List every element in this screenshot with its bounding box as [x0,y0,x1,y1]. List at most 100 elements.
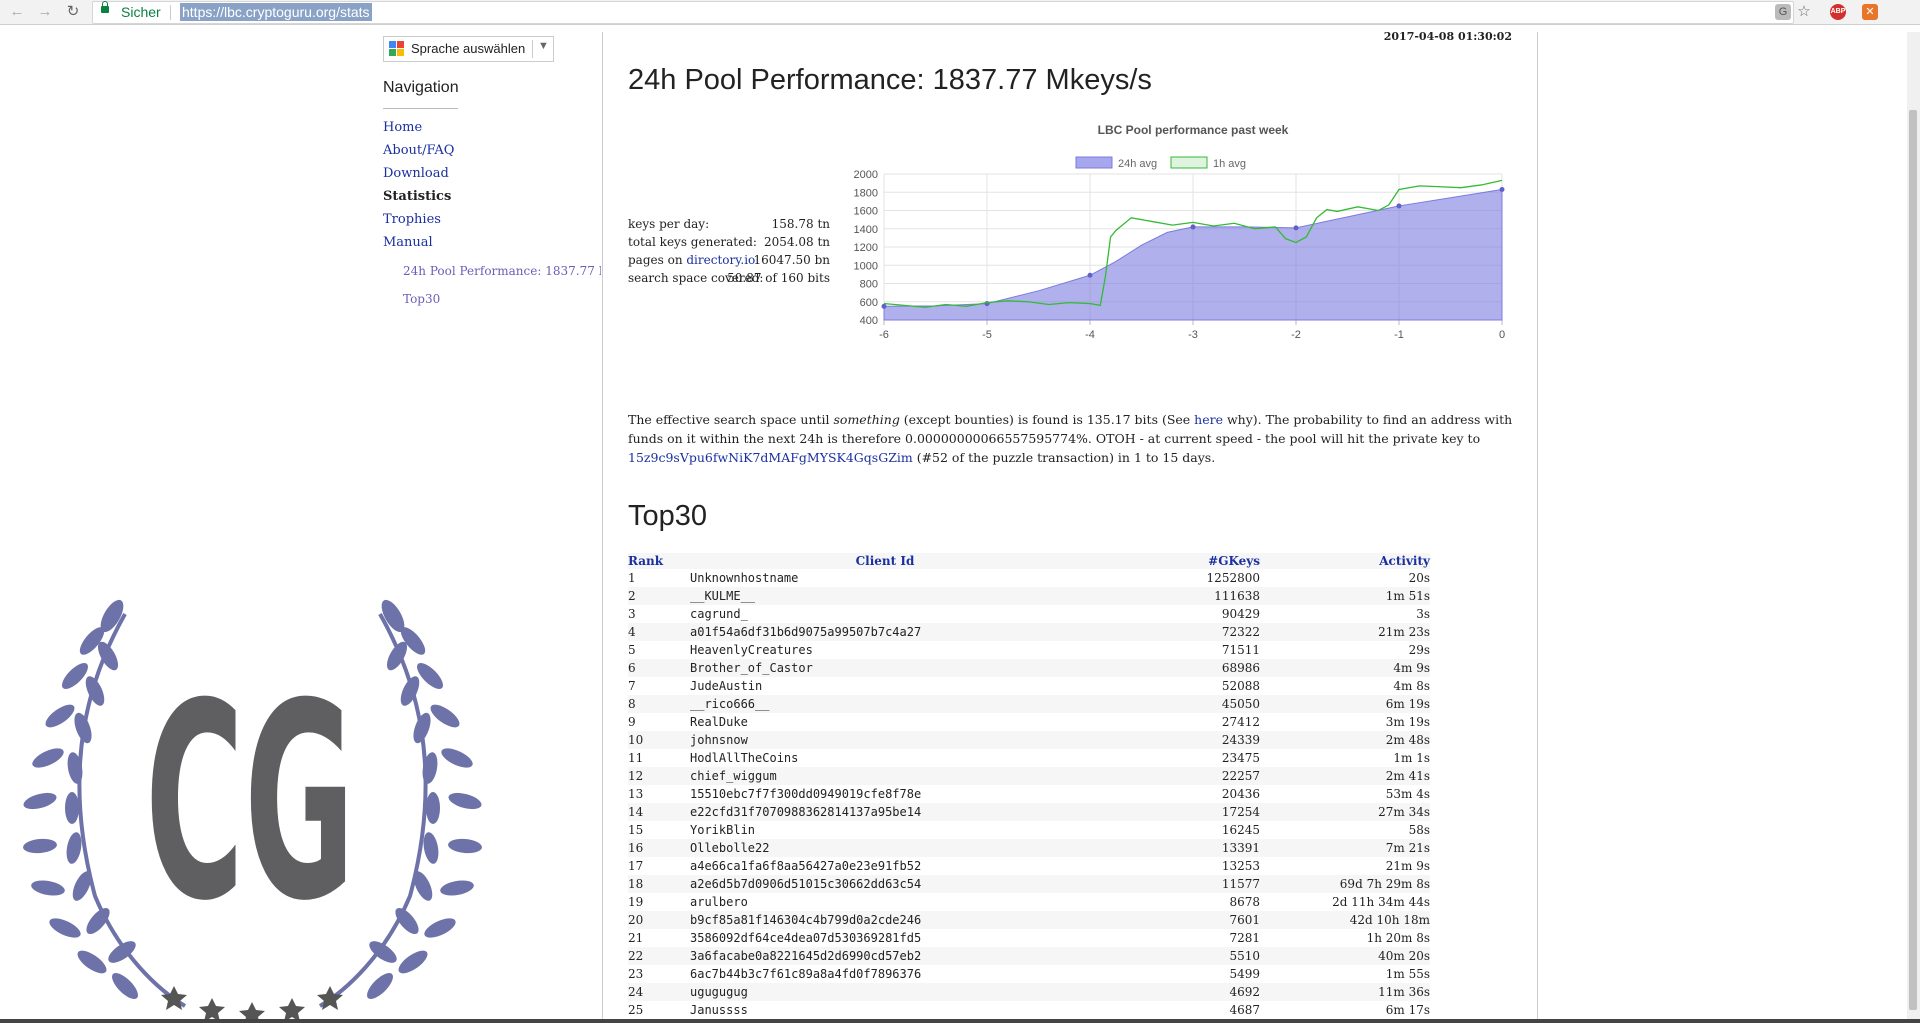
y-tick-label: 1600 [854,206,878,218]
nav-item-download[interactable]: Download [383,166,449,181]
url-text[interactable]: https://lbc.cryptoguru.org/stats [180,3,372,21]
rank-cell: 13 [628,787,644,801]
rank-cell: 20 [628,911,690,929]
nav-item-trophies[interactable]: Trophies [383,212,441,227]
directory-link[interactable]: directory.io [686,253,755,267]
nav-item-about[interactable]: About/FAQ [383,143,454,158]
translate-icon[interactable]: G [1775,4,1791,20]
stat-value: 50.87 of 160 bits [727,271,830,285]
client-id-cell: 3586092df64ce4dea07d530369281fd5 [690,931,922,945]
x-tick-label: 0 [1499,329,1505,341]
client-id-cell: Ollebolle22 [690,839,1080,857]
client-id-cell: a01f54a6df31b6d9075a99507b7c4a27 [690,623,1080,641]
rank-cell: 25 [628,1003,644,1017]
col-activity[interactable]: Activity [1260,553,1430,569]
col-gkeys[interactable]: #GKeys [1080,553,1260,569]
activity-cell: 69d 7h 29m 8s [1260,875,1430,893]
here-link[interactable]: here [1194,412,1223,427]
y-tick-label: 1000 [854,260,878,272]
table-row: 20 b9cf85a81f146304c4b799d0a2cde246 7601 42… [628,911,1430,929]
toc-item-top30[interactable]: Top30 [403,292,440,306]
activity-cell: 1m 1s [1393,751,1430,765]
series-24h-point [1396,203,1402,209]
table-row: 16 Ollebolle22 13391 7m 21s [628,839,1430,857]
y-tick-label: 1400 [854,224,878,236]
table-row: 18 a2e6d5b7d0906d51015c30662dd63c54 11577 6… [628,875,1430,893]
y-tick-label: 400 [860,315,878,327]
arrow-right-icon[interactable]: → [36,3,54,21]
activity-cell: 21m 9s [1385,859,1430,873]
nav-item-home[interactable]: Home [383,120,422,135]
gkeys-cell: 45050 [1080,695,1260,713]
rank-cell: 2 [628,587,690,605]
gkeys-cell: 1252800 [1206,571,1260,585]
client-id-cell: arulbero [690,895,748,909]
gkeys-cell: 20436 [1221,787,1260,801]
client-id-cell: YorikBlin [690,823,756,837]
client-id-cell: a2e6d5b7d0906d51015c30662dd63c54 [690,875,1080,893]
activity-cell: 1h 20m 8s [1366,931,1430,945]
gkeys-cell: 7601 [1080,911,1260,929]
client-id-cell: __rico666__ [690,695,1080,713]
extension-icon[interactable]: ✕ [1862,4,1878,20]
star-icon[interactable]: ☆ [1796,4,1812,20]
client-id-cell: HodlAllTheCoins [690,751,799,765]
rank-cell: 10 [628,731,690,749]
nav-item-manual[interactable]: Manual [383,235,433,250]
toc-item-performance[interactable]: 24h Pool Performance: 1837.77 Mkeys/s [403,264,601,278]
gkeys-cell: 5510 [1080,947,1260,965]
address-bar[interactable]: Sicher https://lbc.cryptoguru.org/stats [92,1,1794,24]
col-rank[interactable]: Rank [628,553,690,569]
table-row: 25 Janussss 4687 6m 17s [628,1001,1430,1019]
activity-cell: 6m 17s [1385,1003,1430,1017]
rank-cell: 7 [628,679,636,693]
client-id-cell: ugugugug [690,983,1080,1001]
client-id-cell: HeavenlyCreatures [690,643,813,657]
language-select[interactable]: Sprache auswählen ▼ [383,36,554,62]
rank-cell: 5 [628,643,636,657]
activity-cell: 42d 10h 18m [1260,911,1430,929]
gkeys-cell: 90429 [1221,607,1260,621]
gkeys-cell: 68986 [1080,659,1260,677]
rank-cell: 16 [628,839,690,857]
stat-label: keys per day: [628,217,710,231]
table-row: 22 3a6facabe0a8221645d2d6990cd57eb2 5510 40… [628,947,1430,965]
client-id-cell: cagrund_ [690,607,748,621]
y-tick-label: 2000 [854,169,878,181]
para-emphasis: something [833,412,900,427]
rank-cell: 15 [628,823,644,837]
nav-item-statistics[interactable]: Statistics [383,189,451,204]
activity-cell: 29s [1408,643,1430,657]
window-bottom-edge [0,1019,1920,1023]
stat-keys-per-day: keys per day: 158.78 tn [628,217,830,235]
private-key-link[interactable]: 15z9c9sVpu6fwNiK7dMAFgMYSK4GqsGZim [628,450,913,465]
rank-cell: 1 [628,571,636,585]
lock-icon [101,1,109,13]
stat-pages: pages on directory.io 16047.50 bn [628,253,830,271]
col-client-id[interactable]: Client Id [690,553,1080,569]
abp-icon[interactable]: ABP [1830,4,1846,20]
client-id-cell: Brother_of_Castor [690,659,1080,677]
arrow-left-icon[interactable]: ← [8,3,26,21]
reload-icon[interactable]: ↻ [64,3,82,21]
client-id-cell: b9cf85a81f146304c4b799d0a2cde246 [690,911,1080,929]
nav-divider [383,108,458,109]
google-icon [389,41,404,56]
stat-value: 158.78 tn [771,217,830,231]
client-id-cell: a4e66ca1fa6f8aa56427a0e23e91fb52 [690,859,922,873]
stat-label: pages on directory.io [628,253,755,267]
client-id-cell: Unknownhostname [690,571,799,585]
scrollbar-thumb[interactable] [1909,110,1917,1010]
page-title: 24h Pool Performance: 1837.77 Mkeys/s [628,64,1152,96]
gkeys-cell: 7281 [1229,931,1260,945]
explanation-paragraph: The effective search space until somethi… [628,410,1513,467]
rank-cell: 11 [628,751,644,765]
x-tick-label: -1 [1394,329,1404,341]
chart-title: LBC Pool performance past week [1098,123,1289,137]
table-row: 8 __rico666__ 45050 6m 19s [628,695,1430,713]
x-tick-label: -5 [982,329,992,341]
legend-label-24h: 24h avg [1118,158,1157,170]
top30-table: Rank Client Id #GKeys Activity 1 Unknownh… [628,553,1430,1019]
activity-cell: 1m 51s [1260,587,1430,605]
table-header-row: Rank Client Id #GKeys Activity [628,553,1430,569]
